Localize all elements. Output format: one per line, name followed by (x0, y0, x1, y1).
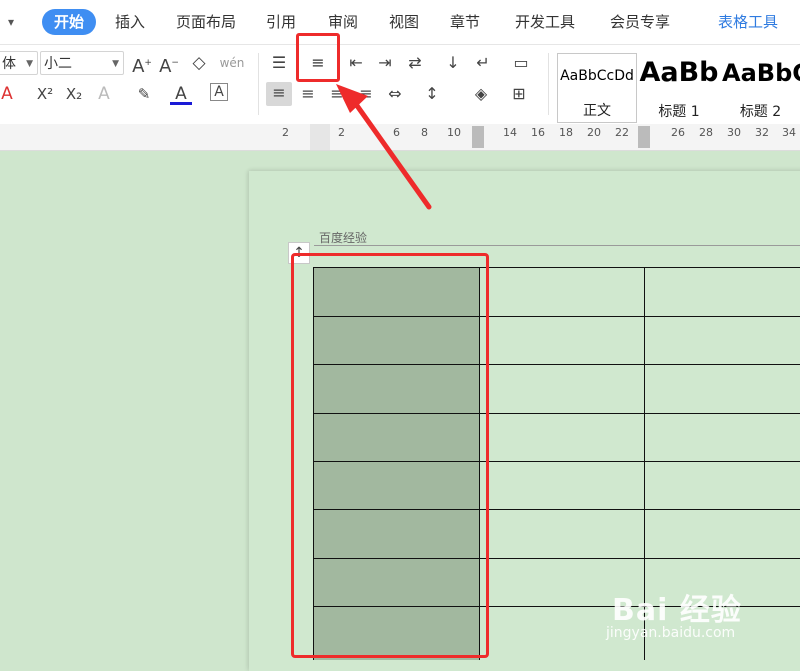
watermark-url: jingyan.baidu.com (606, 625, 736, 641)
annotation-arrow-icon (336, 84, 432, 210)
watermark-logo: Bai 经验 (612, 593, 742, 628)
